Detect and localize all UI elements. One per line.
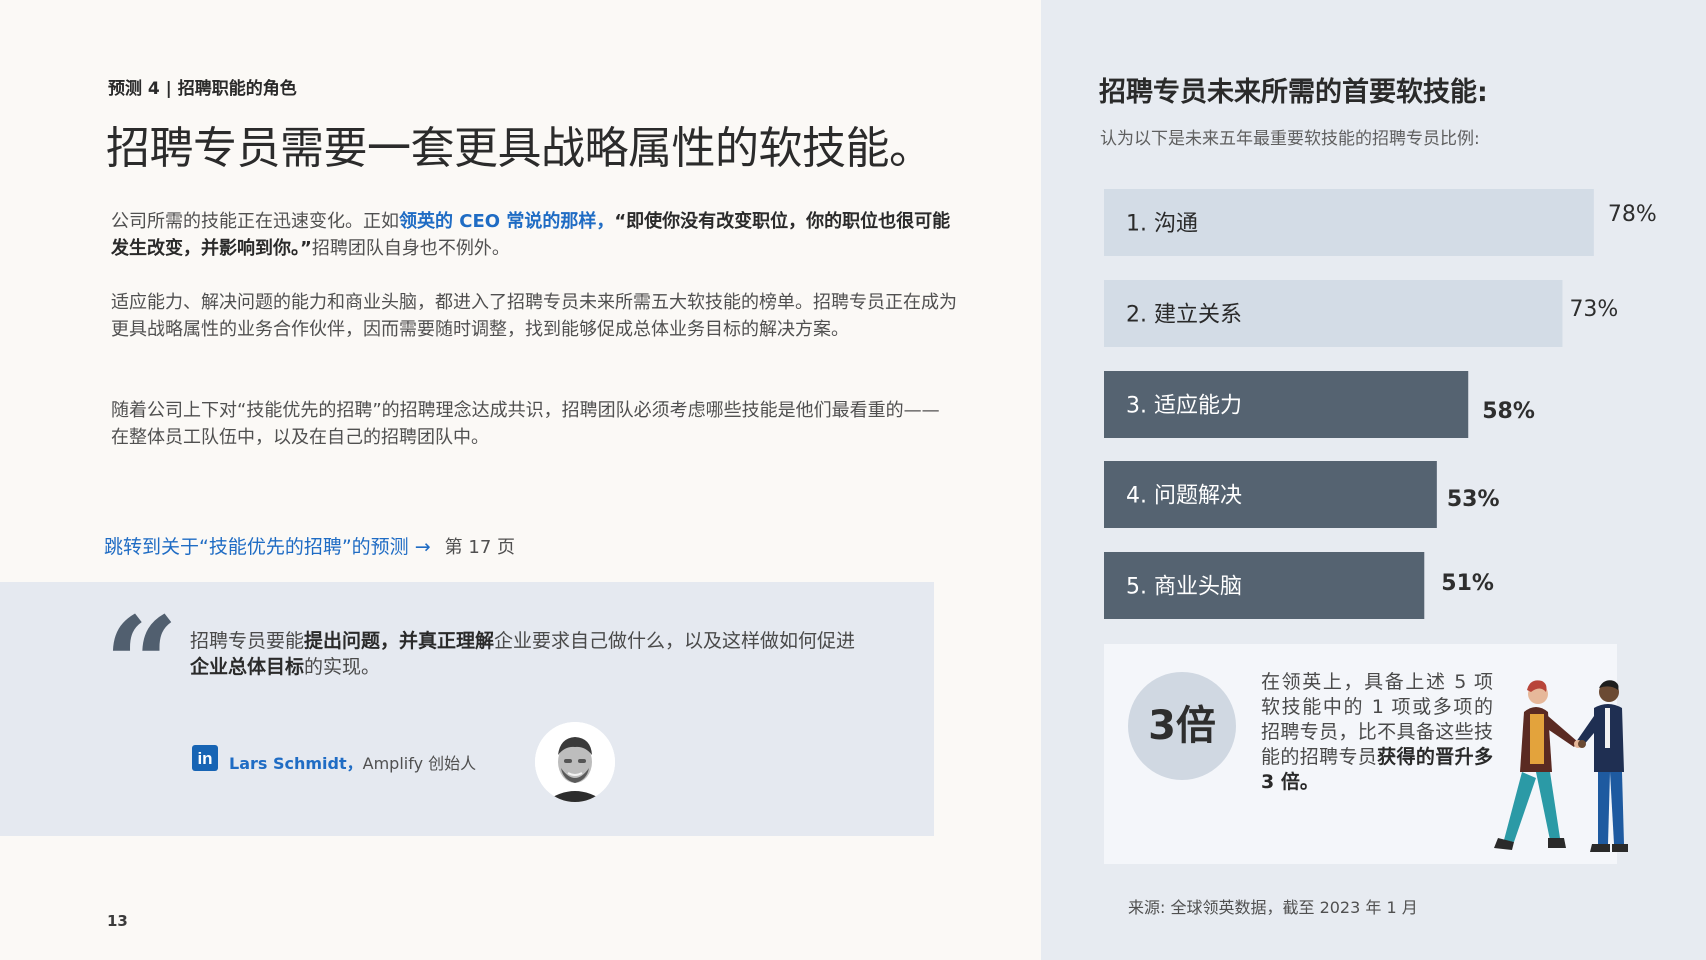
paragraph-3: 随着公司上下对“技能优先的招聘”的招聘理念达成共识，招聘团队必须考虑哪些技能是他… <box>111 400 940 448</box>
value-label-5: 51% <box>1441 571 1494 596</box>
value-label-4: 53% <box>1447 487 1500 512</box>
avatar-portrait-icon <box>535 722 615 802</box>
author-name[interactable]: Lars Schmidt， <box>229 754 363 773</box>
avatar <box>535 722 615 802</box>
jump-row: 跳转到关于“技能优先的招聘”的预测 → 第 17 页 <box>104 532 515 559</box>
chart-title: 招聘专员未来所需的首要软技能: <box>1099 77 1488 108</box>
paragraph-1-text-a: 公司所需的技能正在迅速变化。正如 <box>111 211 399 232</box>
skills-bar-chart: 1. 沟通 78% 2. 建立关系 73% 3. 适应能力 58% 4. 问题解决 53% 5.… <box>1104 189 1657 619</box>
paragraph-1: 公司所需的技能正在迅速变化。正如领英的 CEO 常说的那样，“即使你没有改变职位… <box>111 208 957 262</box>
author-title: Amplify 创始人 <box>362 754 477 773</box>
source-note: 来源: 全球领英数据，截至 2023 年 1 月 <box>1128 898 1418 917</box>
arrow-right-icon: → <box>414 536 431 558</box>
page-headline: 招聘专员需要一套更具战略属性的软技能。 <box>106 123 933 174</box>
linkedin-icon: in <box>192 745 218 771</box>
page-number: 13 <box>107 912 128 930</box>
quote-part-1: 招聘专员要能 <box>190 630 305 652</box>
ceo-quote-link[interactable]: 领英的 CEO 常说的那样 <box>399 211 596 232</box>
value-label-3: 58% <box>1482 399 1535 424</box>
value-label-2: 73% <box>1569 297 1618 322</box>
bar-label-4: 4. 问题解决 <box>1126 484 1242 509</box>
quote-part-3: 的实现。 <box>304 656 381 678</box>
chart-subtitle: 认为以下是未来五年最重要软技能的招聘专员比例: <box>1100 129 1480 149</box>
bar-label-5: 5. 商业头脑 <box>1126 575 1242 600</box>
stat-circle: 3倍 <box>1128 672 1236 780</box>
paragraph-2: 适应能力、解决问题的能力和商业头脑，都进入了招聘专员未来所需五大软技能的榜单。招… <box>111 292 957 340</box>
quote-part-2: 企业要求自己做什么，以及这样做如何促进 <box>494 630 856 652</box>
jump-page-ref: 第 17 页 <box>444 537 516 558</box>
bar-label-3: 3. 适应能力 <box>1126 394 1242 419</box>
skills-first-jump-link[interactable]: 跳转到关于“技能优先的招聘”的预测 → <box>104 536 431 558</box>
paragraph-1-comma: ， <box>596 211 615 232</box>
bar-label-1: 1. 沟通 <box>1126 212 1198 237</box>
quote-author: Lars Schmidt，Amplify 创始人 <box>229 750 476 774</box>
bar-label-2: 2. 建立关系 <box>1126 303 1242 328</box>
section-label: 预测 4 | 招聘职能的角色 <box>108 79 297 99</box>
quote-bold-1: 提出问题，并真正理解 <box>304 630 495 652</box>
value-label-1: 78% <box>1608 202 1657 227</box>
jump-link-text: 跳转到关于“技能优先的招聘”的预测 <box>104 536 409 558</box>
quote-mark-icon: “ <box>104 588 179 741</box>
paragraph-1-text-c: 招聘团队自身也不例外。 <box>311 238 510 259</box>
quote-text: 招聘专员要能提出问题，并真正理解企业要求自己做什么，以及这样做如何促进企业总体目… <box>190 628 860 680</box>
handshake-illustration-icon <box>1494 680 1628 852</box>
quote-bold-2: 企业总体目标 <box>190 656 305 678</box>
stat-text: 在领英上，具备上述 5 项软技能中的 1 项或多项的招聘专员，比不具备这些技能的… <box>1261 670 1493 795</box>
